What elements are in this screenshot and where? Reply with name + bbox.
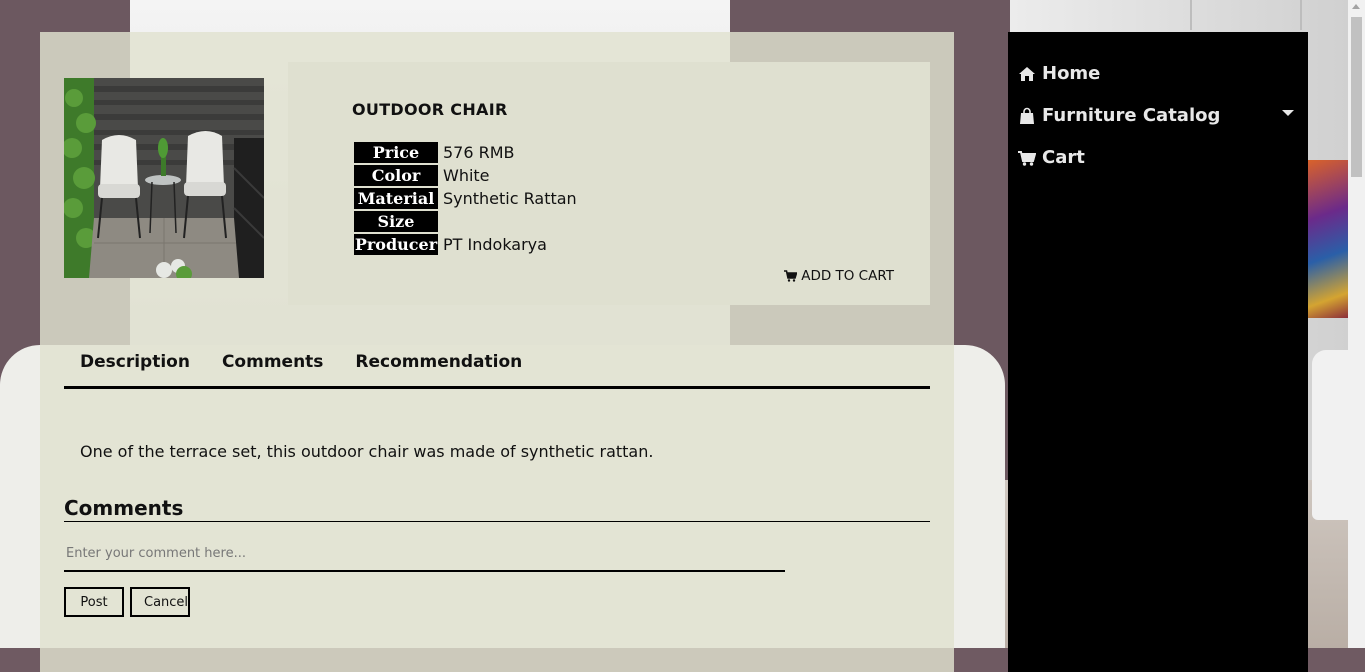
sidebar-item-cart[interactable]: Cart [1018,147,1085,168]
sidebar-item-furniture-catalog[interactable]: Furniture Catalog [1018,105,1220,126]
spec-row-producer: Producer PT Indokarya [354,234,577,255]
background-cabinet-line [1190,0,1192,30]
scroll-up-arrow-icon[interactable] [1352,4,1360,9]
background-painting [1308,160,1350,318]
add-to-cart-button[interactable]: ADD TO CART [784,268,894,284]
spec-label: Size [354,211,438,232]
cart-icon [784,270,798,282]
sidebar-item-label: Cart [1042,147,1085,168]
spec-label: Producer [354,234,438,255]
spec-value: Synthetic Rattan [443,189,577,208]
comments-heading: Comments [64,496,930,522]
sidebar-item-label: Home [1042,63,1101,84]
spec-label: Material [354,188,438,209]
spec-label: Price [354,142,438,163]
spec-row-color: Color White [354,165,577,186]
spec-row-material: Material Synthetic Rattan [354,188,577,209]
page-scrollbar[interactable] [1348,0,1365,648]
product-specs-table: Price 576 RMB Color White Material Synth… [352,140,579,257]
shopping-bag-icon [1020,107,1034,124]
spec-row-size: Size [354,211,577,232]
product-image [64,78,264,278]
product-info-card: OUTDOOR CHAIR Price 576 RMB Color White … [288,62,930,305]
spec-row-price: Price 576 RMB [354,142,577,163]
spec-value: PT Indokarya [443,235,547,254]
sidebar-item-home[interactable]: Home [1018,63,1100,84]
chevron-down-icon[interactable] [1282,110,1294,116]
chair-photo [64,78,264,278]
comment-input[interactable] [64,536,785,572]
product-tabs: Description Comments Recommendation [64,350,930,389]
spec-value: White [443,166,490,185]
tab-recommendation[interactable]: Recommendation [339,350,538,386]
cart-icon [1018,150,1036,166]
scrollbar-thumb[interactable] [1351,17,1362,177]
product-description: One of the terrace set, this outdoor cha… [80,442,654,461]
post-button[interactable]: Post [64,587,124,617]
spec-value: 576 RMB [443,143,515,162]
background-cabinet-line [1300,0,1302,30]
sidebar-item-label: Furniture Catalog [1042,105,1221,126]
tab-comments[interactable]: Comments [206,350,339,386]
spec-value [440,211,577,232]
product-title: OUTDOOR CHAIR [352,100,508,119]
tab-description[interactable]: Description [64,350,206,386]
home-icon [1019,66,1035,81]
add-to-cart-label: ADD TO CART [801,268,894,284]
spec-label: Color [354,165,438,186]
cancel-button[interactable]: Cancel [130,587,190,617]
product-panel: OUTDOOR CHAIR Price 576 RMB Color White … [40,32,954,672]
sidebar-nav: Home Furniture Catalog Cart [1008,32,1308,672]
